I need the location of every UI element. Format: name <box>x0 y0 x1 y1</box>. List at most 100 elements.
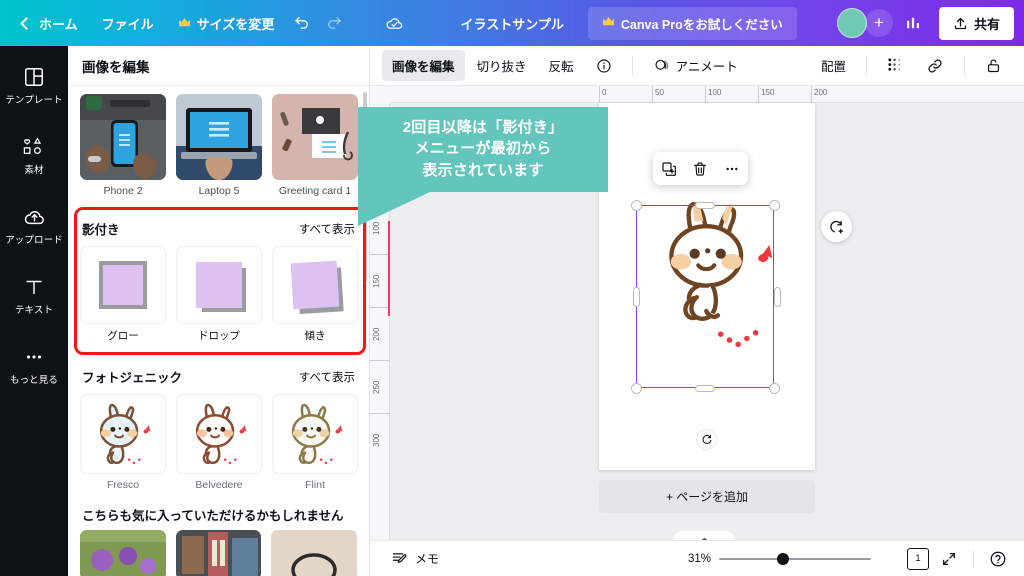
suggestion-thumbnail[interactable] <box>175 530 262 576</box>
photogenic-section-header: フォトジェニック すべて表示 <box>68 357 369 390</box>
add-page-label: + ページを追加 <box>665 490 749 504</box>
resize-handle-bottom-right[interactable] <box>769 383 780 394</box>
animate-button[interactable]: アニメート <box>643 50 748 81</box>
crown-icon <box>178 16 191 31</box>
save-status-button[interactable] <box>378 7 410 39</box>
mockup-caption: Greeting card 1 <box>278 185 352 197</box>
redo-button[interactable] <box>318 7 350 39</box>
resize-button[interactable]: サイズを変更 <box>166 8 287 39</box>
page-count-button[interactable]: 1 <box>907 547 929 570</box>
shadow-preview-tilt <box>272 246 358 324</box>
lock-button[interactable] <box>975 51 1012 80</box>
shadow-effect-item[interactable]: グロー <box>80 246 166 343</box>
resize-handle-top-right[interactable] <box>769 200 780 211</box>
sidebar-item-more[interactable]: もっと見る <box>4 340 64 392</box>
flower-photo <box>80 530 166 576</box>
resize-handle-top-left[interactable] <box>631 200 642 211</box>
rabbit-thumbnail-fresco <box>99 403 151 465</box>
analytics-button[interactable] <box>897 7 929 39</box>
sidebar-item-elements[interactable]: 素材 <box>4 130 64 182</box>
suggestion-thumbnail[interactable] <box>271 530 358 576</box>
upload-cloud-icon <box>24 211 44 225</box>
callout-line: 表示されています <box>422 161 544 179</box>
link-button[interactable] <box>916 51 954 81</box>
redo-icon <box>328 17 341 29</box>
more-options-button[interactable] <box>719 156 745 182</box>
selection-box[interactable] <box>636 205 774 388</box>
toolbar-divider <box>866 55 867 76</box>
shadow-effect-item[interactable]: 傾き <box>272 246 358 343</box>
ruler-top[interactable]: 0 50 100 150 200 <box>390 86 1024 103</box>
mockup-item[interactable]: Phone 2 <box>80 94 166 197</box>
photogenic-item[interactable]: Flint <box>272 394 358 491</box>
photogenic-item[interactable]: Fresco <box>80 394 166 491</box>
callout-line: メニューが最初から <box>414 140 552 158</box>
shadow-see-all-link[interactable]: すべて表示 <box>299 221 355 237</box>
transparency-button[interactable] <box>877 51 914 80</box>
suggestion-thumbnail[interactable] <box>80 530 166 576</box>
share-button[interactable]: 共有 <box>938 6 1014 40</box>
status-bar: メモ 31% 1 <box>370 540 1024 576</box>
delete-button[interactable] <box>687 156 713 182</box>
zoom-slider-knob[interactable] <box>776 552 789 565</box>
share-label: 共有 <box>973 16 1000 32</box>
ellipsis-icon <box>26 355 42 359</box>
position-button[interactable]: 配置 <box>811 50 856 81</box>
edit-image-tab[interactable]: 画像を編集 <box>382 50 465 81</box>
sidebar-item-text[interactable]: テキスト <box>4 270 64 322</box>
rotate-handle[interactable] <box>696 429 717 450</box>
resize-handle-bottom-left[interactable] <box>631 383 642 394</box>
status-divider <box>973 549 974 568</box>
crop-button[interactable]: 切り抜き <box>467 50 537 81</box>
transparency-icon <box>888 58 901 71</box>
resize-handle-right[interactable] <box>774 287 781 307</box>
zoom-slider[interactable] <box>719 552 871 566</box>
expand-icon <box>943 552 955 565</box>
panel-body[interactable]: Phone 2 Laptop 5 Greeting card 1 影付き すべて… <box>68 86 369 576</box>
mockup-thumbnail <box>80 94 166 180</box>
crown-icon <box>602 16 615 30</box>
crop-label: 切り抜き <box>476 60 527 74</box>
notes-button[interactable]: メモ <box>384 545 446 572</box>
duplicate-button[interactable] <box>656 156 682 182</box>
photogenic-preview <box>176 394 262 474</box>
home-button[interactable]: ホーム <box>10 8 90 39</box>
text-t-icon <box>26 280 42 295</box>
notes-icon <box>392 553 407 564</box>
mockup-caption: Phone 2 <box>103 185 143 197</box>
shadow-preview-glow <box>80 246 166 324</box>
magic-suggestion-button[interactable] <box>821 211 852 242</box>
flip-button[interactable]: 反転 <box>539 50 584 81</box>
mockup-item[interactable]: Laptop 5 <box>176 94 262 197</box>
shadow-effect-item[interactable]: ドロップ <box>176 246 262 343</box>
sidebar-item-templates[interactable]: テンプレート <box>4 60 64 112</box>
fullscreen-button[interactable] <box>937 547 961 571</box>
add-page-button[interactable]: + ページを追加 <box>599 480 815 513</box>
home-label: ホーム <box>39 16 78 32</box>
phone-mockup-image <box>80 94 166 180</box>
photogenic-item[interactable]: Belvedere <box>176 394 262 491</box>
photogenic-see-all-link[interactable]: すべて表示 <box>299 369 355 385</box>
add-collaborator-button[interactable]: + <box>864 9 893 37</box>
photogenic-caption: Flint <box>305 479 325 491</box>
bar-chart-icon <box>906 17 919 29</box>
upload-icon <box>954 17 967 29</box>
undo-button[interactable] <box>286 7 318 39</box>
resize-handle-bottom[interactable] <box>695 385 715 392</box>
file-menu-button[interactable]: ファイル <box>90 8 166 39</box>
info-button[interactable] <box>586 52 622 80</box>
resize-handle-left[interactable] <box>633 287 640 307</box>
canva-pro-button[interactable]: Canva Proをお試しください <box>587 6 797 40</box>
resize-handle-top[interactable] <box>695 202 715 209</box>
sidebar-item-uploads[interactable]: アップロード <box>4 200 64 252</box>
photogenic-preview <box>80 394 166 474</box>
avatar[interactable] <box>836 8 867 38</box>
help-button[interactable] <box>986 547 1010 571</box>
left-rail: テンプレート 素材 アップロード テキスト もっと見る <box>0 46 68 576</box>
info-circle-icon <box>596 58 611 73</box>
mockup-item[interactable]: Greeting card 1 <box>272 94 358 197</box>
photogenic-caption: Belvedere <box>195 479 243 491</box>
app-header: ホーム ファイル サイズを変更 イラストサンプル Canva Proをお試しくだ… <box>0 0 1024 46</box>
document-title[interactable]: イラストサンプル <box>451 9 574 38</box>
photogenic-preview <box>272 394 358 474</box>
